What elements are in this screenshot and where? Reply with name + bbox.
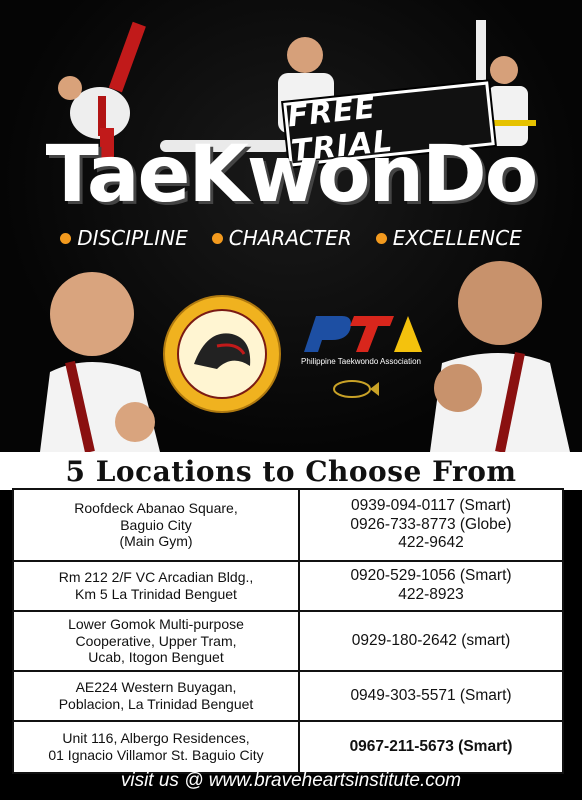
bullet-dot-icon [60, 232, 72, 244]
table-row: AE224 Western Buyagan, Poblacion, La Tri… [12, 670, 564, 722]
hero-section: FREE TRIAL TaeKwonDo DISCIPLINE CHARACTE… [0, 0, 582, 452]
table-row: Lower Gomok Multi-purpose Cooperative, U… [12, 610, 564, 672]
phone-cell: 0920-529-1056 (Smart) 422-8923 [298, 560, 564, 612]
phone-cell: 0939-094-0117 (Smart) 0926-733-8773 (Glo… [298, 488, 564, 562]
phone-cell: 0949-303-5571 (Smart) [298, 670, 564, 722]
phone-cell: 0967-211-5673 (Smart) [298, 720, 564, 774]
values-row: DISCIPLINE CHARACTER EXCELLENCE [0, 226, 582, 250]
table-row: Roofdeck Abanao Square, Baguio City (Mai… [12, 488, 564, 562]
fish-emblem-icon [333, 380, 379, 398]
value-character: CHARACTER [211, 226, 352, 250]
poster: FREE TRIAL TaeKwonDo DISCIPLINE CHARACTE… [0, 0, 582, 800]
locations-heading-bar: 5 Locations to Choose From [0, 452, 582, 490]
institute-logo [163, 295, 281, 413]
pta-logo [304, 316, 422, 352]
pta-caption: Philippine Taekwondo Association [301, 357, 421, 366]
value-discipline: DISCIPLINE [60, 226, 188, 250]
punch-kid-left-icon [40, 272, 160, 452]
table-row: Rm 212 2/F VC Arcadian Bldg., Km 5 La Tr… [12, 560, 564, 612]
locations-table: Roofdeck Abanao Square, Baguio City (Mai… [12, 488, 564, 774]
page-title: TaeKwonDo [45, 130, 539, 220]
locations-heading: 5 Locations to Choose From [65, 454, 517, 488]
phone-cell: 0929-180-2642 (smart) [298, 610, 564, 672]
address-cell: Rm 212 2/F VC Arcadian Bldg., Km 5 La Tr… [12, 560, 300, 612]
address-cell: Lower Gomok Multi-purpose Cooperative, U… [12, 610, 300, 672]
bullet-dot-icon [375, 232, 387, 244]
address-cell: Unit 116, Albergo Residences, 01 Ignacio… [12, 720, 300, 774]
address-cell: AE224 Western Buyagan, Poblacion, La Tri… [12, 670, 300, 722]
website-link[interactable]: visit us @ www.braveheartsinstitute.com [0, 770, 582, 792]
value-excellence: EXCELLENCE [375, 226, 522, 250]
address-cell: Roofdeck Abanao Square, Baguio City (Mai… [12, 488, 300, 562]
punch-kid-right-icon [430, 261, 570, 452]
bullet-dot-icon [211, 232, 223, 244]
table-row: Unit 116, Albergo Residences, 01 Ignacio… [12, 720, 564, 774]
